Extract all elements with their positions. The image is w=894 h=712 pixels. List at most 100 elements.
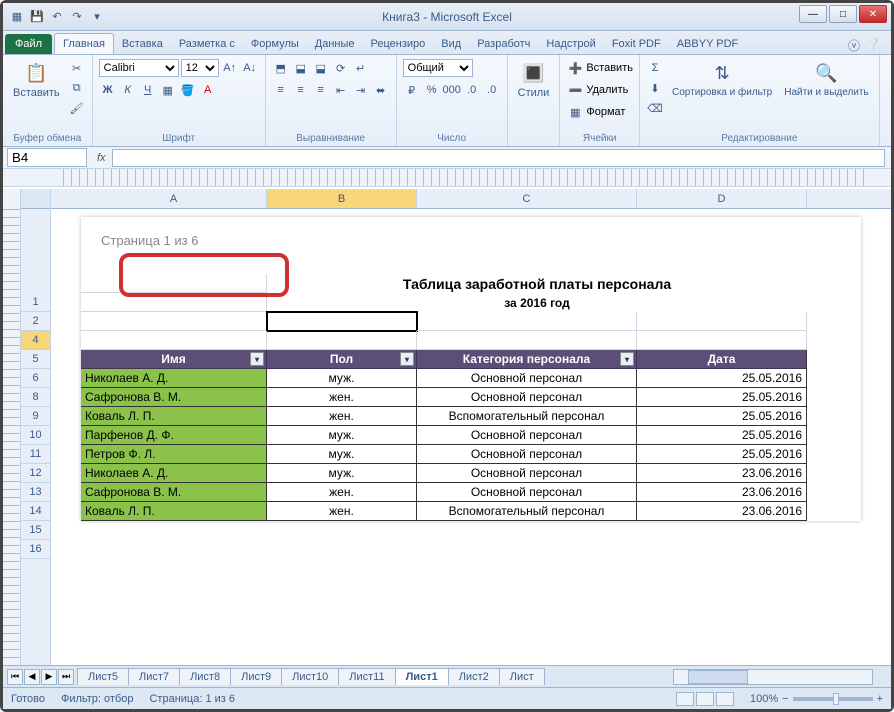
cell-name[interactable]: Парфенов Д. Ф. xyxy=(81,426,267,445)
italic-icon[interactable]: К xyxy=(119,81,137,99)
font-size-select[interactable]: 12 xyxy=(181,59,219,77)
cell-name[interactable]: Сафронова В. М. xyxy=(81,388,267,407)
row-header[interactable]: 13 xyxy=(21,483,50,502)
formula-input[interactable] xyxy=(112,149,885,167)
minimize-ribbon-icon[interactable]: ⓥ xyxy=(848,37,860,54)
styles-button[interactable]: 🔳 Стили xyxy=(514,59,554,101)
table-row[interactable]: Парфенов Д. Ф.муж.Основной персонал25.05… xyxy=(81,426,861,445)
prev-sheet-icon[interactable]: ◀ xyxy=(24,669,40,685)
sheet-tab[interactable]: Лист xyxy=(499,668,545,685)
orientation-icon[interactable]: ⟳ xyxy=(332,59,350,77)
indent-dec-icon[interactable]: ⇤ xyxy=(332,81,350,99)
format-cells-button[interactable]: ▦Формат xyxy=(566,103,625,121)
save-icon[interactable]: 💾 xyxy=(29,9,45,25)
tab-addins[interactable]: Надстрой xyxy=(538,34,603,54)
percent-icon[interactable]: % xyxy=(423,81,441,99)
paste-button[interactable]: 📋 Вставить xyxy=(9,59,64,101)
row-header[interactable]: 12 xyxy=(21,464,50,483)
table-row[interactable]: Коваль Л. П.жен.Вспомогательный персонал… xyxy=(81,502,861,521)
number-format-select[interactable]: Общий xyxy=(403,59,473,77)
shrink-font-icon[interactable]: A↓ xyxy=(241,59,259,77)
grid[interactable]: A B C D Страница 1 из 6 Таблица заработн… xyxy=(51,189,891,665)
cell-date[interactable]: 25.05.2016 xyxy=(637,388,807,407)
bold-icon[interactable]: Ж xyxy=(99,81,117,99)
sheet-tab[interactable]: Лист9 xyxy=(230,668,282,685)
page-break-view-icon[interactable] xyxy=(716,692,734,706)
select-all-corner[interactable] xyxy=(21,189,50,209)
sheet-tab[interactable]: Лист11 xyxy=(338,668,395,685)
cell-date[interactable]: 25.05.2016 xyxy=(637,445,807,464)
cell-date[interactable]: 25.05.2016 xyxy=(637,369,807,388)
row-header[interactable]: 11 xyxy=(21,445,50,464)
column-header-date[interactable]: Дата xyxy=(637,350,807,369)
underline-icon[interactable]: Ч xyxy=(139,81,157,99)
row-header[interactable]: 6 xyxy=(21,369,50,388)
cell-date[interactable]: 23.06.2016 xyxy=(637,464,807,483)
align-top-icon[interactable]: ⬒ xyxy=(272,59,290,77)
sort-filter-button[interactable]: ⇅ Сортировка и фильтр xyxy=(668,59,776,100)
page-header[interactable]: Страница 1 из 6 xyxy=(81,217,861,274)
currency-icon[interactable]: ₽ xyxy=(403,81,421,99)
merge-icon[interactable]: ⬌ xyxy=(372,81,390,99)
cell-name[interactable]: Коваль Л. П. xyxy=(81,502,267,521)
row-header[interactable]: 8 xyxy=(21,388,50,407)
tab-layout[interactable]: Разметка с xyxy=(171,34,243,54)
cell-category[interactable]: Основной персонал xyxy=(417,445,637,464)
tab-insert[interactable]: Вставка xyxy=(114,34,171,54)
column-header-name[interactable]: Имя▾ xyxy=(81,350,267,369)
cell-name[interactable]: Николаев А. Д. xyxy=(81,369,267,388)
normal-view-icon[interactable] xyxy=(676,692,694,706)
maximize-button[interactable]: □ xyxy=(829,5,857,23)
row-header[interactable]: 9 xyxy=(21,407,50,426)
row-header[interactable]: 14 xyxy=(21,502,50,521)
find-select-button[interactable]: 🔍 Найти и выделить xyxy=(780,59,872,100)
filter-icon[interactable]: ▾ xyxy=(620,352,634,366)
font-color-icon[interactable]: A xyxy=(199,81,217,99)
sheet-tab[interactable]: Лист10 xyxy=(281,668,339,685)
border-icon[interactable]: ▦ xyxy=(159,81,177,99)
column-header-gender[interactable]: Пол▾ xyxy=(267,350,417,369)
tab-foxit[interactable]: Foxit PDF xyxy=(604,34,669,54)
sheet-tab[interactable]: Лист7 xyxy=(128,668,180,685)
grow-font-icon[interactable]: A↑ xyxy=(221,59,239,77)
cell-gender[interactable]: жен. xyxy=(267,407,417,426)
cell-date[interactable]: 25.05.2016 xyxy=(637,426,807,445)
font-name-select[interactable]: Calibri xyxy=(99,59,179,77)
sheet-tab[interactable]: Лист5 xyxy=(77,668,129,685)
file-tab[interactable]: Файл xyxy=(5,34,52,54)
clear-icon[interactable]: ⌫ xyxy=(646,99,664,117)
cell-gender[interactable]: муж. xyxy=(267,464,417,483)
cell-gender[interactable]: жен. xyxy=(267,502,417,521)
cell-name[interactable]: Николаев А. Д. xyxy=(81,464,267,483)
sheet-tab[interactable]: Лист8 xyxy=(179,668,231,685)
cell-category[interactable]: Основной персонал xyxy=(417,483,637,502)
indent-inc-icon[interactable]: ⇥ xyxy=(352,81,370,99)
row-header[interactable]: 16 xyxy=(21,540,50,559)
page-layout-view-icon[interactable] xyxy=(696,692,714,706)
zoom-slider[interactable] xyxy=(793,697,873,701)
cell-name[interactable]: Коваль Л. П. xyxy=(81,407,267,426)
sheet-tab[interactable]: Лист1 xyxy=(395,668,449,685)
zoom-in-icon[interactable]: + xyxy=(877,693,883,705)
align-left-icon[interactable]: ≡ xyxy=(272,81,290,99)
cell-category[interactable]: Вспомогательный персонал xyxy=(417,502,637,521)
cell-category[interactable]: Основной персонал xyxy=(417,426,637,445)
tab-formulas[interactable]: Формулы xyxy=(243,34,307,54)
cell-date[interactable]: 23.06.2016 xyxy=(637,483,807,502)
col-header[interactable]: C xyxy=(417,189,637,208)
fx-icon[interactable]: fx xyxy=(91,152,112,164)
cell-gender[interactable]: муж. xyxy=(267,445,417,464)
cell-category[interactable]: Вспомогательный персонал xyxy=(417,407,637,426)
name-box[interactable] xyxy=(7,148,87,167)
help-icon[interactable]: ❔ xyxy=(866,37,881,54)
tab-review[interactable]: Рецензиро xyxy=(363,34,434,54)
table-row[interactable]: Петров Ф. Л.муж.Основной персонал25.05.2… xyxy=(81,445,861,464)
fill-icon[interactable]: ⬇ xyxy=(646,79,664,97)
col-header[interactable]: D xyxy=(637,189,807,208)
cell-category[interactable]: Основной персонал xyxy=(417,369,637,388)
align-center-icon[interactable]: ≡ xyxy=(292,81,310,99)
cell-date[interactable]: 23.06.2016 xyxy=(637,502,807,521)
cut-icon[interactable]: ✂ xyxy=(68,59,86,77)
cell-category[interactable]: Основной персонал xyxy=(417,464,637,483)
row-header[interactable]: 4 xyxy=(21,331,50,350)
